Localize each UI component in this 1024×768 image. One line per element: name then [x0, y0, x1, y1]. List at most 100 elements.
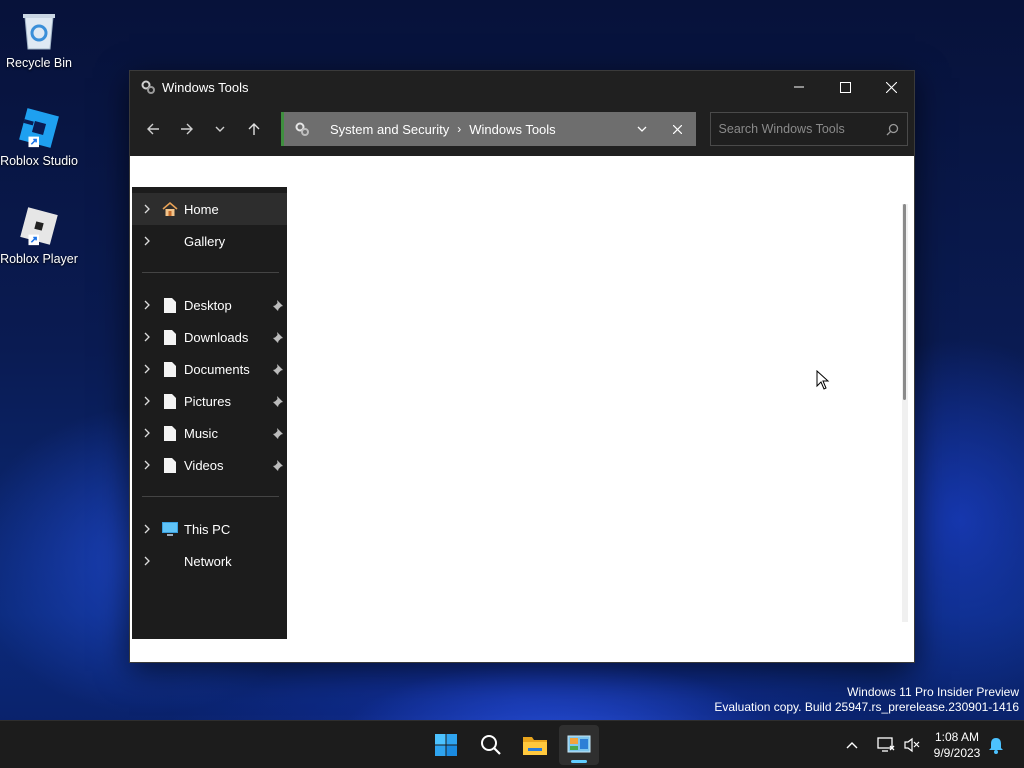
close-icon	[673, 124, 683, 134]
up-button[interactable]	[239, 114, 269, 144]
volume-button[interactable]	[900, 737, 924, 753]
pin-icon[interactable]	[273, 395, 283, 410]
search-box[interactable]	[709, 112, 909, 146]
network-status-button[interactable]	[872, 737, 900, 753]
breadcrumb-system-and-security[interactable]: System and Security	[330, 122, 449, 137]
watermark-line1: Windows 11 Pro Insider Preview	[847, 685, 1019, 699]
start-button[interactable]	[426, 725, 466, 765]
navigation-pane: Home Gallery Desktop Downloads Documents…	[132, 187, 287, 639]
minimize-icon	[794, 86, 804, 88]
window-title: Windows Tools	[162, 79, 249, 95]
nav-item-label: Videos	[184, 457, 224, 473]
minimize-button[interactable]	[776, 71, 822, 103]
taskbar-control-panel[interactable]	[559, 725, 599, 765]
monitor-icon	[162, 521, 178, 537]
pin-icon[interactable]	[273, 427, 283, 442]
arrow-up-icon	[248, 123, 260, 135]
notifications-button[interactable]	[988, 737, 1004, 758]
desktop-icon-label: Roblox Studio	[0, 154, 78, 168]
chevron-right-icon[interactable]	[132, 236, 162, 246]
start-icon	[435, 734, 457, 756]
taskbar-search-button[interactable]	[471, 725, 511, 765]
nav-item-videos[interactable]: Videos	[132, 449, 287, 481]
taskbar-file-explorer[interactable]	[515, 725, 555, 765]
document-icon	[162, 393, 178, 409]
clear-address-button[interactable]	[660, 112, 696, 146]
forward-button[interactable]	[172, 114, 202, 144]
taskbar: 1:08 AM 9/9/2023	[0, 720, 1024, 768]
nav-item-label: This PC	[184, 521, 231, 537]
chevron-down-icon	[215, 126, 225, 132]
chevron-right-icon[interactable]	[132, 460, 162, 470]
show-hidden-icons-button[interactable]	[840, 741, 864, 749]
nav-item-music[interactable]: Music	[132, 417, 287, 449]
desktop-icon-roblox-player[interactable]: Roblox Player	[0, 204, 78, 266]
clock[interactable]: 1:08 AM 9/9/2023	[924, 729, 990, 761]
chevron-right-icon[interactable]	[132, 524, 162, 534]
nav-item-network[interactable]: Network	[132, 545, 287, 577]
chevron-right-icon[interactable]	[132, 428, 162, 438]
roblox-player-icon	[17, 204, 61, 248]
recent-locations-button[interactable]	[206, 114, 236, 144]
close-button[interactable]	[868, 71, 914, 103]
pin-icon[interactable]	[273, 299, 283, 314]
nav-divider	[142, 496, 279, 497]
title-bar[interactable]: Windows Tools	[130, 71, 914, 103]
breadcrumb-separator[interactable]: ›	[457, 122, 461, 136]
breadcrumb-windows-tools[interactable]: Windows Tools	[469, 122, 555, 137]
pin-icon[interactable]	[273, 459, 283, 474]
volume-muted-icon	[904, 737, 920, 753]
desktop-icon-label: Roblox Player	[0, 252, 78, 266]
roblox-studio-icon	[17, 106, 61, 150]
evaluation-watermark: Windows 11 Pro Insider Preview Evaluatio…	[714, 685, 1019, 715]
nav-item-desktop[interactable]: Desktop	[132, 289, 287, 321]
maximize-button[interactable]	[822, 71, 868, 103]
chevron-right-icon[interactable]	[132, 364, 162, 374]
search-input[interactable]	[718, 122, 887, 136]
vertical-scrollbar[interactable]	[902, 204, 908, 622]
nav-item-downloads[interactable]: Downloads	[132, 321, 287, 353]
chevron-right-icon[interactable]	[132, 300, 162, 310]
bell-icon	[989, 738, 1003, 754]
nav-divider	[142, 272, 279, 273]
document-icon	[162, 457, 178, 473]
file-list-area[interactable]: Home Gallery Desktop Downloads Documents…	[130, 156, 914, 662]
recycle-bin-icon	[17, 8, 61, 52]
nav-item-label: Music	[184, 425, 218, 441]
nav-item-gallery[interactable]: Gallery	[132, 225, 287, 257]
back-button[interactable]	[138, 114, 168, 144]
nav-item-label: Documents	[184, 361, 250, 377]
file-explorer-icon	[523, 737, 547, 755]
desktop-icon-roblox-studio[interactable]: Roblox Studio	[0, 106, 78, 168]
nav-item-documents[interactable]: Documents	[132, 353, 287, 385]
nav-item-label: Network	[184, 553, 232, 569]
nav-item-label: Desktop	[184, 297, 232, 313]
address-bar[interactable]: System and Security › Windows Tools	[281, 112, 696, 146]
active-indicator	[571, 760, 587, 763]
nav-item-label: Home	[184, 201, 219, 217]
scrollbar-thumb[interactable]	[903, 204, 906, 400]
nav-item-pictures[interactable]: Pictures	[132, 385, 287, 417]
explorer-window: Windows Tools System and Security › Wind…	[129, 70, 915, 663]
chevron-right-icon[interactable]	[132, 204, 162, 214]
chevron-right-icon[interactable]	[132, 332, 162, 342]
windows-tools-icon	[140, 79, 156, 95]
chevron-right-icon[interactable]	[132, 556, 162, 566]
nav-item-label: Gallery	[184, 233, 226, 249]
system-tray	[840, 721, 924, 768]
navigation-toolbar: System and Security › Windows Tools	[130, 103, 914, 155]
address-dropdown-button[interactable]	[624, 112, 660, 146]
search-icon[interactable]	[886, 123, 899, 136]
close-icon	[885, 81, 897, 93]
clock-date: 9/9/2023	[933, 746, 981, 760]
desktop-icon-recycle-bin[interactable]: Recycle Bin	[0, 8, 78, 70]
chevron-up-icon	[846, 742, 858, 749]
pin-icon[interactable]	[273, 363, 283, 378]
nav-item-this-pc[interactable]: This PC	[132, 513, 287, 545]
pin-icon[interactable]	[273, 331, 283, 346]
windows-tools-icon	[294, 121, 310, 137]
network-icon	[877, 737, 895, 752]
mouse-cursor-icon	[816, 370, 830, 390]
chevron-right-icon[interactable]	[132, 396, 162, 406]
nav-item-home[interactable]: Home	[132, 193, 287, 225]
